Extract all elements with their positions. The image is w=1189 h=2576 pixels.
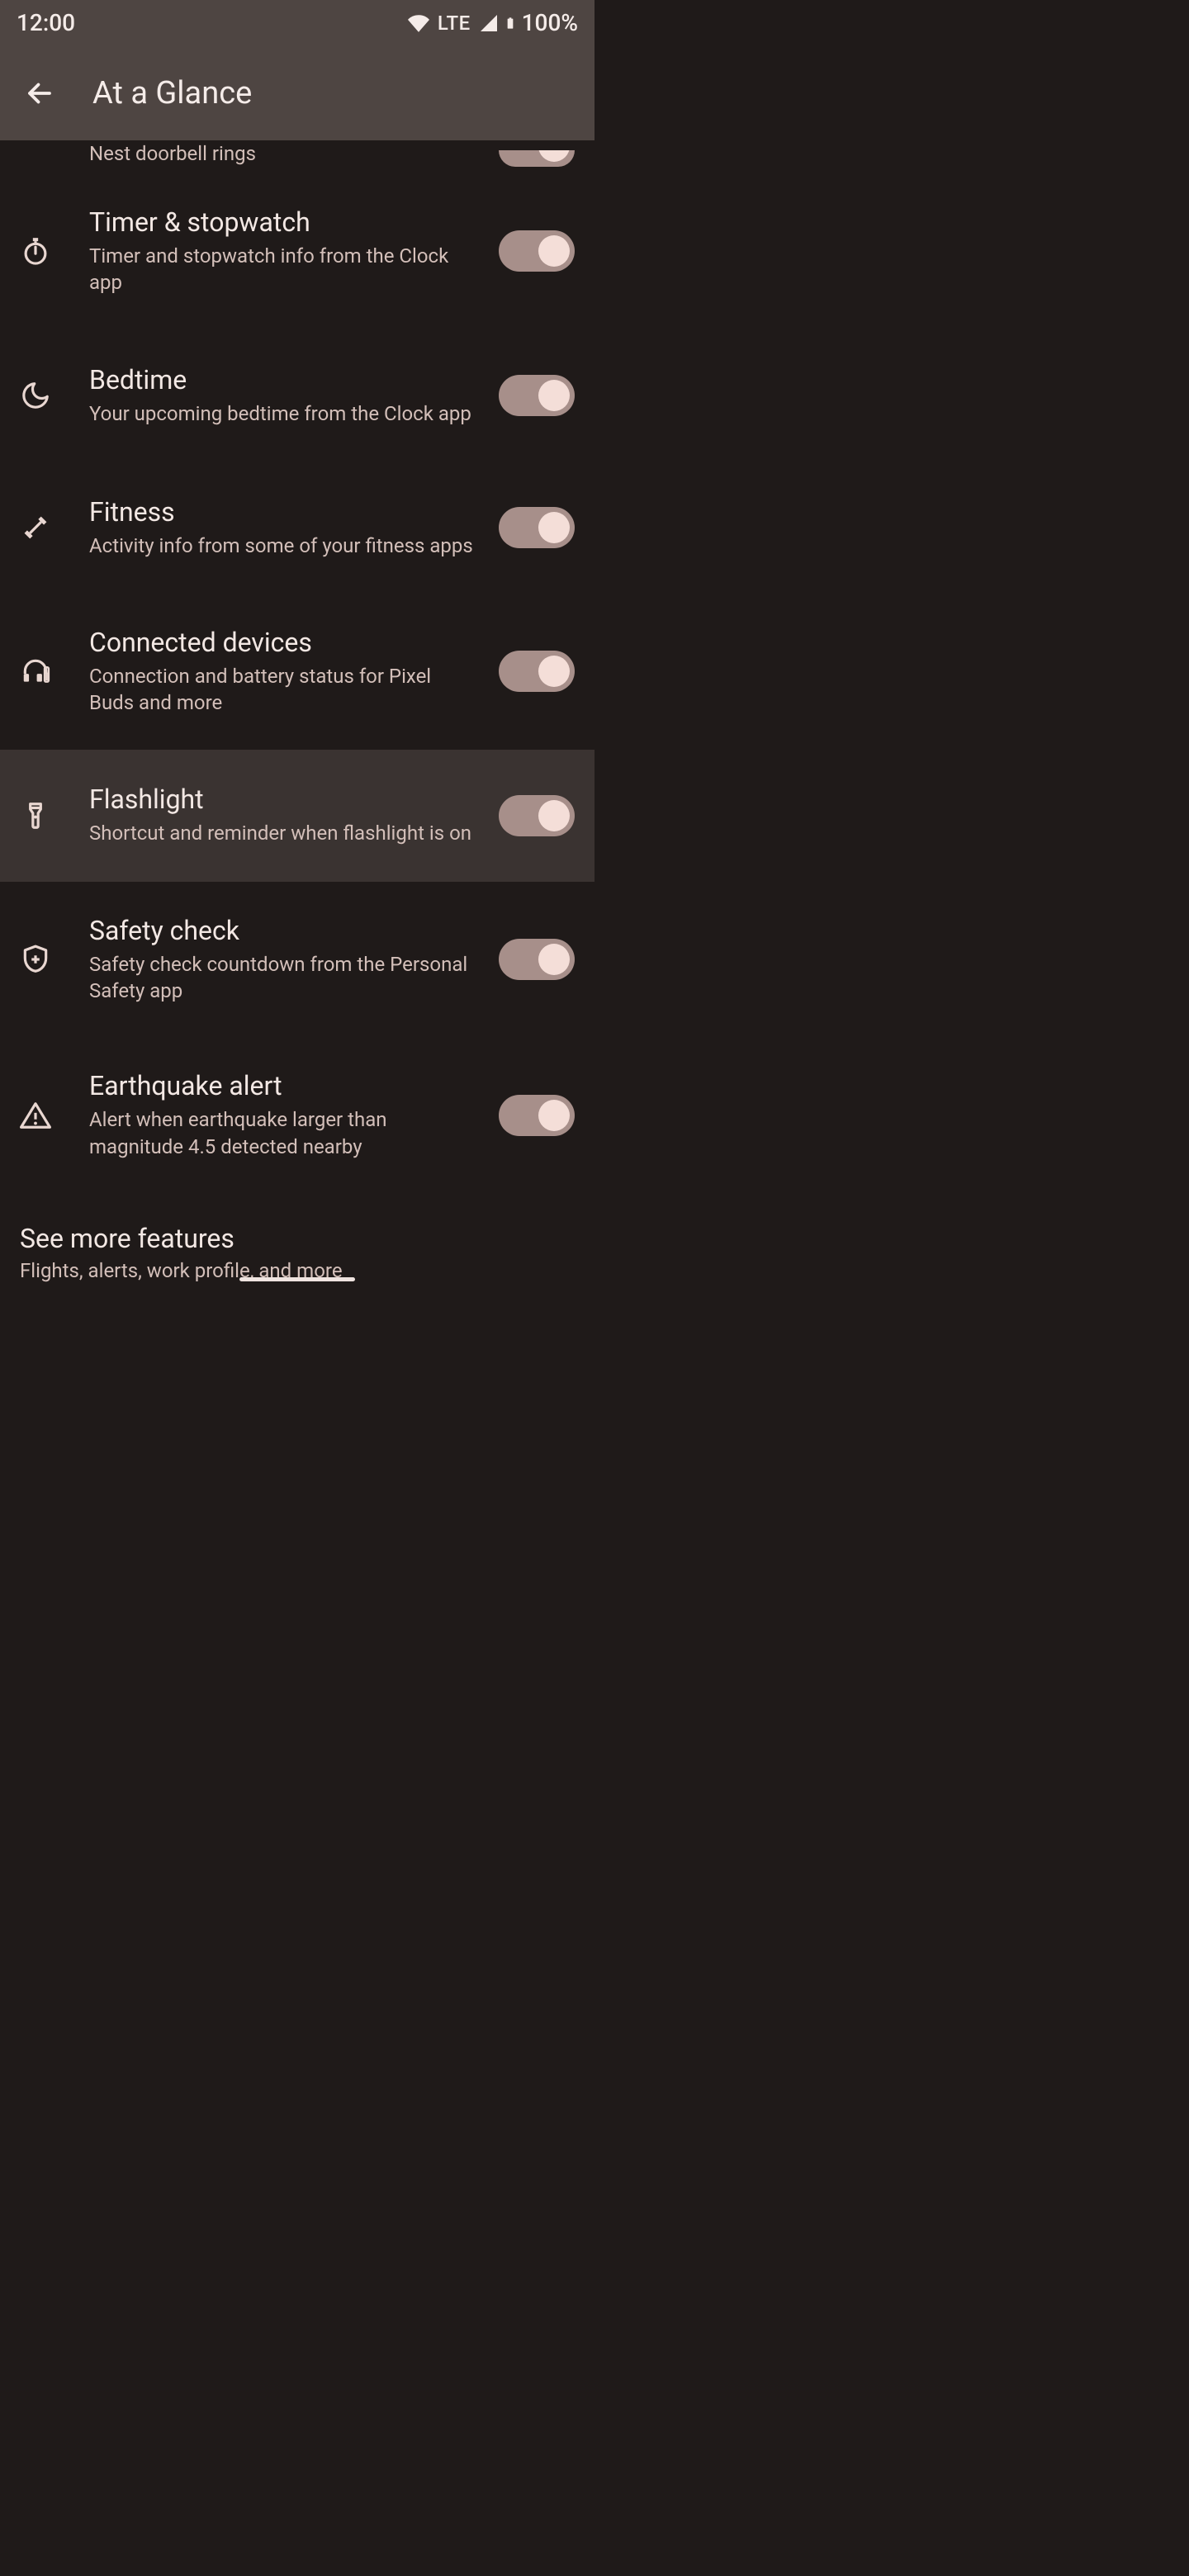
setting-title: Safety check — [89, 915, 479, 946]
dumbbell-icon — [20, 512, 89, 543]
setting-subtitle: Alert when earthquake larger than magnit… — [89, 1106, 479, 1160]
headphones-battery-icon — [20, 656, 89, 687]
battery-pct: 100% — [522, 9, 578, 36]
app-bar: At a Glance — [0, 45, 594, 140]
toggle-earthquake-alert[interactable] — [499, 1095, 575, 1136]
shield-plus-icon — [20, 944, 89, 975]
setting-row-timer-stopwatch[interactable]: Timer & stopwatch Timer and stopwatch inf… — [0, 173, 594, 329]
toggle-bedtime[interactable] — [499, 375, 575, 416]
toggle-doorbell[interactable] — [499, 150, 575, 167]
toggle-timer-stopwatch[interactable] — [499, 230, 575, 272]
setting-subtitle: Timer and stopwatch info from the Clock … — [89, 243, 479, 296]
gesture-nav-handle[interactable] — [239, 1277, 355, 1281]
settings-list[interactable]: Nest doorbell rings Timer & stopwatchTim… — [0, 140, 594, 1288]
toggle-safety-check[interactable] — [499, 939, 575, 980]
flashlight-icon — [20, 800, 89, 831]
setting-row-earthquake-alert[interactable]: Earthquake alert Alert when earthquake la… — [0, 1037, 594, 1193]
page-title: At a Glance — [92, 75, 252, 111]
status-time: 12:00 — [17, 9, 408, 36]
setting-subtitle: Nest doorbell rings — [89, 140, 492, 167]
setting-text: Bedtime Your upcoming bedtime from the Cl… — [89, 364, 492, 427]
see-more-title: See more features — [20, 1223, 575, 1254]
setting-text: Flashlight Shortcut and reminder when fla… — [89, 784, 492, 846]
setting-title: Earthquake alert — [89, 1070, 479, 1101]
stopwatch-icon — [20, 235, 89, 267]
wifi-icon — [408, 12, 429, 34]
setting-subtitle: Your upcoming bedtime from the Clock app — [89, 400, 479, 427]
setting-text: Safety check Safety check countdown from … — [89, 915, 492, 1005]
toggle-flashlight[interactable] — [499, 795, 575, 836]
setting-title: Connected devices — [89, 627, 479, 658]
setting-row-safety-check[interactable]: Safety check Safety check countdown from … — [0, 882, 594, 1038]
setting-title: Bedtime — [89, 364, 479, 395]
setting-subtitle: Safety check countdown from the Personal… — [89, 951, 479, 1005]
setting-row-bedtime[interactable]: Bedtime Your upcoming bedtime from the Cl… — [0, 329, 594, 462]
setting-text: Timer & stopwatch Timer and stopwatch inf… — [89, 206, 492, 296]
setting-row-connected-devices[interactable]: Connected devices Connection and battery … — [0, 594, 594, 750]
battery-icon — [504, 12, 517, 35]
status-right: LTE 100% — [408, 9, 578, 36]
network-label: LTE — [438, 12, 471, 35]
warning-triangle-icon — [20, 1100, 89, 1131]
setting-title: Flashlight — [89, 784, 479, 815]
setting-text: Fitness Activity info from some of your f… — [89, 496, 492, 559]
toggle-fitness[interactable] — [499, 507, 575, 548]
setting-title: Timer & stopwatch — [89, 206, 479, 238]
setting-row-fitness[interactable]: Fitness Activity info from some of your f… — [0, 462, 594, 594]
setting-text: Earthquake alert Alert when earthquake la… — [89, 1070, 492, 1160]
signal-icon — [479, 13, 499, 33]
setting-subtitle: Connection and battery status for Pixel … — [89, 663, 479, 717]
toggle-connected-devices[interactable] — [499, 651, 575, 692]
setting-row-doorbell-partial[interactable]: Nest doorbell rings — [0, 140, 594, 173]
moon-icon — [20, 380, 89, 411]
setting-row-flashlight[interactable]: Flashlight Shortcut and reminder when fla… — [0, 750, 594, 882]
setting-subtitle: Shortcut and reminder when flashlight is… — [89, 820, 479, 846]
see-more-features[interactable]: See more features Flights, alerts, work … — [0, 1193, 594, 1299]
setting-subtitle: Activity info from some of your fitness … — [89, 533, 479, 559]
setting-text: Connected devices Connection and battery … — [89, 627, 492, 717]
back-button[interactable] — [17, 70, 63, 116]
status-bar: 12:00 LTE 100% — [0, 0, 594, 45]
setting-title: Fitness — [89, 496, 479, 528]
